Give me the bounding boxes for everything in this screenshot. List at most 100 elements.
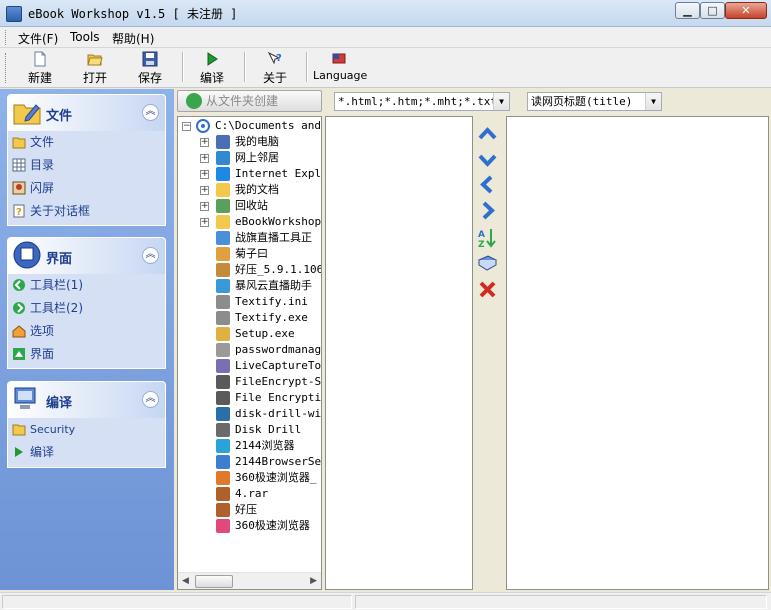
sidebar-item-interface[interactable]: 界面 bbox=[8, 343, 165, 366]
new-label: 新建 bbox=[27, 71, 52, 85]
chevron-down-icon[interactable]: ▼ bbox=[493, 93, 509, 110]
create-from-folder-button[interactable]: 从文件夹创建 bbox=[177, 90, 322, 112]
sidebar-item-about-dialog[interactable]: ? 关于对话框 bbox=[8, 200, 165, 223]
chevron-down-icon[interactable]: ▼ bbox=[645, 93, 661, 110]
about-button[interactable]: ? 关于 bbox=[255, 50, 295, 86]
title-mode-select[interactable]: 读网页标题(title) ▼ bbox=[527, 92, 662, 111]
collapse-icon[interactable]: ︽ bbox=[142, 391, 159, 408]
group-header[interactable]: 文件 ︽ bbox=[8, 95, 165, 131]
file-icon bbox=[216, 199, 230, 213]
book-button[interactable] bbox=[476, 252, 499, 275]
tree-label: 2144BrowserSet bbox=[235, 455, 322, 468]
language-button[interactable]: Language bbox=[313, 50, 367, 86]
up-arrow-icon bbox=[13, 348, 25, 360]
move-down-button[interactable] bbox=[476, 148, 499, 171]
compile-label: 编译 bbox=[199, 71, 224, 85]
menu-help[interactable]: 帮助(H) bbox=[112, 30, 154, 47]
move-left-button[interactable] bbox=[476, 173, 499, 196]
sidebar: 文件 ︽ 文件 目录 闪屏 ? 关于对话框 界面 ︽ 工具栏(1) 工具栏(2)… bbox=[0, 89, 174, 590]
file-filter-select[interactable]: *.html;*.htm;*.mht;*.txt ▼ bbox=[334, 92, 510, 111]
grid-icon bbox=[12, 158, 26, 172]
menu-file[interactable]: 文件(F) bbox=[18, 30, 58, 47]
sidebar-item-toc[interactable]: 目录 bbox=[8, 154, 165, 177]
expand-toggle-icon[interactable]: + bbox=[200, 138, 209, 147]
expand-toggle-icon[interactable]: + bbox=[200, 170, 209, 179]
minimize-button[interactable]: ▁ bbox=[675, 2, 700, 19]
tree-label: disk-drill-win bbox=[235, 407, 322, 420]
tree-label: 网上邻居 bbox=[235, 151, 279, 164]
open-label: 打开 bbox=[82, 71, 107, 85]
group-title: 编译 bbox=[46, 396, 73, 411]
tree-label: 好压_5.9.1.106 bbox=[235, 263, 322, 276]
move-right-button[interactable] bbox=[476, 199, 499, 222]
green-right-arrow-icon bbox=[13, 302, 25, 314]
menu-bar: 文件(F) Tools 帮助(H) bbox=[0, 27, 771, 48]
file-list[interactable] bbox=[325, 116, 473, 590]
tree-label: passwordmanage bbox=[235, 343, 322, 356]
tree-label: 暴风云直播助手 bbox=[235, 279, 312, 292]
sidebar-item-security[interactable]: Security bbox=[8, 418, 165, 441]
expand-toggle-icon[interactable]: + bbox=[200, 154, 209, 163]
preview-panel[interactable] bbox=[506, 116, 769, 590]
scroll-left-icon[interactable]: ◀ bbox=[182, 576, 189, 586]
collapse-toggle-icon[interactable]: − bbox=[182, 122, 191, 131]
menu-tools[interactable]: Tools bbox=[70, 30, 100, 44]
tree-label: 回收站 bbox=[235, 199, 268, 212]
file-icon bbox=[216, 247, 230, 261]
sidebar-item-label: Security bbox=[30, 423, 76, 436]
file-icon bbox=[216, 295, 230, 309]
sidebar-item-label: 选项 bbox=[30, 324, 55, 338]
file-icon bbox=[216, 423, 230, 437]
group-header[interactable]: 界面 ︽ bbox=[8, 238, 165, 274]
app-icon bbox=[6, 6, 22, 22]
tree-label: Setup.exe bbox=[235, 327, 295, 340]
play-icon bbox=[207, 52, 218, 66]
expand-toggle-icon[interactable]: + bbox=[200, 186, 209, 195]
sidebar-item-options[interactable]: 选项 bbox=[8, 320, 165, 343]
create-from-folder-label: 从文件夹创建 bbox=[206, 94, 279, 108]
sidebar-item-label: 目录 bbox=[30, 158, 55, 172]
tree-label: 360极速浏览器 bbox=[235, 519, 310, 532]
expand-toggle-icon[interactable]: + bbox=[200, 218, 209, 227]
folder-tree[interactable]: − C:\Documents and + 我的电脑 + 网上邻居 + Internet E… bbox=[177, 116, 322, 590]
scroll-right-icon[interactable]: ▶ bbox=[310, 576, 317, 586]
sidebar-item-splash[interactable]: 闪屏 bbox=[8, 177, 165, 200]
toolbar: 新建 打开 保存 编译 ? 关于 Language bbox=[0, 48, 771, 88]
sidebar-item-label: 工具栏(2) bbox=[30, 301, 83, 315]
close-button[interactable]: ✕ bbox=[725, 2, 767, 19]
file-icon bbox=[216, 231, 230, 245]
file-icon bbox=[216, 135, 230, 149]
computer-icon bbox=[14, 387, 36, 409]
delete-button[interactable] bbox=[476, 278, 499, 301]
svg-text:Z: Z bbox=[478, 240, 485, 249]
file-icon bbox=[216, 215, 230, 229]
move-up-button[interactable] bbox=[476, 123, 499, 146]
sidebar-item-compile[interactable]: 编译 bbox=[8, 441, 165, 464]
status-pane bbox=[2, 595, 352, 609]
group-title: 界面 bbox=[46, 252, 73, 267]
menu-grip bbox=[5, 30, 8, 45]
tree-label: Internet Explo bbox=[235, 167, 322, 180]
collapse-icon[interactable]: ︽ bbox=[142, 247, 159, 264]
maximize-button[interactable]: □ bbox=[700, 2, 725, 19]
sidebar-item-file[interactable]: 文件 bbox=[8, 131, 165, 154]
sort-az-button[interactable]: AZ bbox=[476, 226, 499, 249]
file-filter-value: *.html;*.htm;*.mht;*.txt bbox=[338, 95, 497, 108]
compile-button[interactable]: 编译 bbox=[192, 50, 232, 86]
open-button[interactable]: 打开 bbox=[75, 50, 115, 86]
tree-label: 好压 bbox=[235, 503, 257, 516]
expand-toggle-icon[interactable]: + bbox=[200, 202, 209, 211]
file-icon bbox=[216, 183, 230, 197]
sidebar-item-toolbar2[interactable]: 工具栏(2) bbox=[8, 297, 165, 320]
horizontal-scrollbar[interactable]: ◀ ▶ bbox=[178, 572, 321, 589]
tree-label: 菊子曰 bbox=[235, 247, 268, 260]
collapse-icon[interactable]: ︽ bbox=[142, 104, 159, 121]
tree-label: 我的电脑 bbox=[235, 135, 279, 148]
scrollbar-thumb[interactable] bbox=[195, 575, 233, 588]
group-header[interactable]: 编译 ︽ bbox=[8, 382, 165, 418]
file-icon bbox=[216, 359, 230, 373]
toolbar-separator bbox=[306, 52, 308, 82]
new-button[interactable]: 新建 bbox=[20, 50, 60, 86]
save-button[interactable]: 保存 bbox=[130, 50, 170, 86]
sidebar-item-toolbar1[interactable]: 工具栏(1) bbox=[8, 274, 165, 297]
